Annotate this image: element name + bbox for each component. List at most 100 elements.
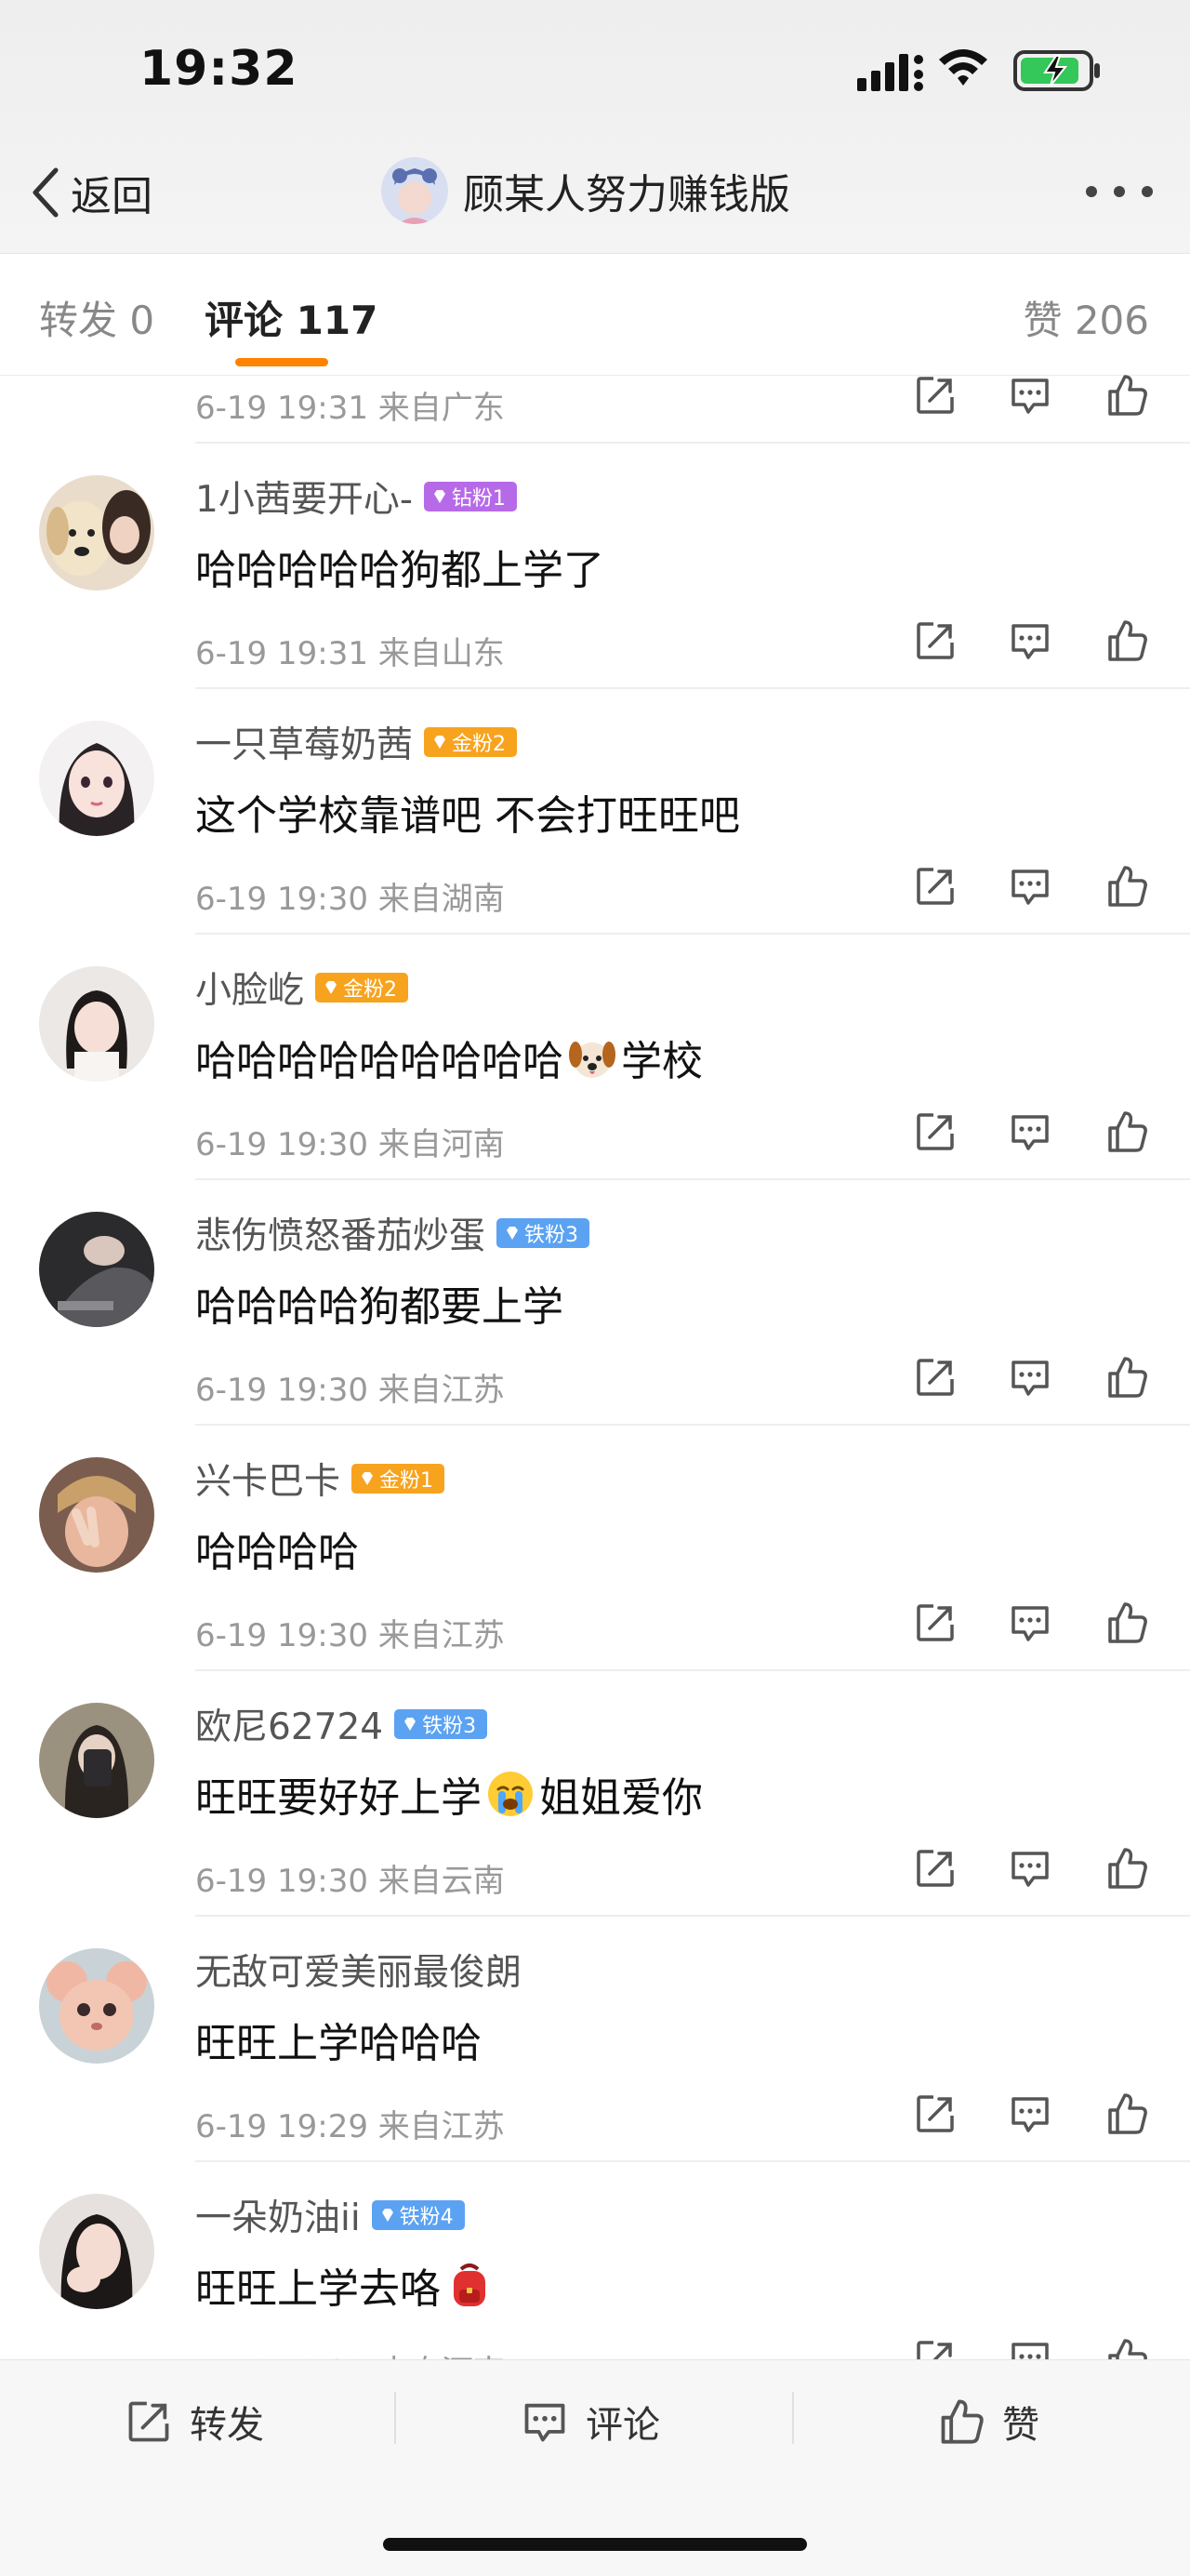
like-button[interactable]: 赞: [937, 2392, 1039, 2451]
comment-meta: 6-19 19:31 来自广东: [195, 390, 505, 427]
reply-icon[interactable]: [1008, 1846, 1052, 1891]
like-icon[interactable]: [1104, 2337, 1149, 2359]
fan-badge: 铁粉4: [371, 2200, 465, 2230]
commenter-name[interactable]: 一只草莓奶茜: [195, 716, 413, 768]
comment-text: 旺旺上学去咯: [195, 2255, 498, 2315]
like-icon[interactable]: [1104, 2091, 1149, 2136]
comment-text: 旺旺上学哈哈哈: [195, 2020, 482, 2067]
repost-icon[interactable]: [913, 1355, 958, 1400]
wifi-icon: [939, 49, 987, 86]
repost-icon[interactable]: [913, 1846, 958, 1891]
reply-icon[interactable]: [1008, 1109, 1052, 1154]
comment-item: 悲伤愤怒番茄炒蛋 铁粉3 哈哈哈哈狗都要上学 6-19 19:30 来自江苏: [0, 1180, 1190, 1426]
chevron-left-icon: [33, 167, 59, 218]
comment-item: 无敌可爱美丽最俊朗 旺旺上学哈哈哈 6-19 19:29 来自江苏: [0, 1917, 1190, 2162]
diamond-icon: [402, 1716, 418, 1733]
divider: [792, 2392, 794, 2444]
status-time: 19:32: [139, 41, 298, 97]
commenter-name[interactable]: 1小茜要开心-: [195, 471, 413, 523]
repost-icon[interactable]: [913, 2091, 958, 2136]
comment-text: 哈哈哈哈哈狗都上学了: [195, 547, 604, 594]
comment-meta: 6-19 19:30 来自江苏: [195, 1617, 505, 1654]
commenter-name[interactable]: 欧尼62724: [195, 1698, 383, 1750]
fan-badge: 金粉2: [315, 973, 409, 1003]
reply-icon[interactable]: [1008, 1600, 1052, 1645]
diamond-icon: [323, 979, 339, 996]
commenter-name[interactable]: 一朵奶油ii: [195, 2189, 361, 2241]
comment-item: 一朵奶油ii 铁粉4 旺旺上学去咯 6-19 19:29 来自河南: [0, 2162, 1190, 2359]
more-options-icon[interactable]: [1084, 182, 1155, 201]
commenter-name[interactable]: 悲伤愤怒番茄炒蛋: [195, 1207, 485, 1259]
avatar[interactable]: [39, 1457, 154, 1573]
active-tab-indicator: [235, 358, 328, 366]
reply-icon[interactable]: [1008, 618, 1052, 663]
avatar[interactable]: [39, 1703, 154, 1818]
divider: [394, 2392, 396, 2444]
avatar[interactable]: [39, 475, 154, 591]
author-avatar[interactable]: [381, 157, 448, 224]
reply-icon[interactable]: [1008, 1355, 1052, 1400]
avatar[interactable]: [39, 721, 154, 836]
like-icon[interactable]: [1104, 864, 1149, 909]
repost-icon: [125, 2397, 173, 2446]
reply-icon[interactable]: [1008, 864, 1052, 909]
comment-text: 哈哈哈哈哈哈哈哈哈 学校: [195, 1028, 703, 1087]
tab-repost[interactable]: 转发 0: [39, 289, 154, 346]
avatar[interactable]: [39, 966, 154, 1082]
back-button[interactable]: 返回: [28, 160, 152, 225]
reply-icon[interactable]: [1008, 375, 1052, 418]
fan-badge: 铁粉3: [394, 1709, 488, 1739]
repost-button[interactable]: 转发: [125, 2392, 264, 2451]
comment-icon: [521, 2397, 569, 2446]
comment-label: 评论: [586, 2404, 660, 2447]
repost-icon[interactable]: [913, 2337, 958, 2359]
comment-button[interactable]: 评论: [521, 2392, 660, 2451]
comment-meta: 6-19 19:31 来自山东: [195, 635, 505, 672]
top-bar: 19:32 返回 顾某人努力赚钱版: [0, 0, 1190, 253]
commenter-name[interactable]: 无敌可爱美丽最俊朗: [195, 1944, 522, 1996]
reply-icon[interactable]: [1008, 2091, 1052, 2136]
fan-badge: 铁粉3: [496, 1218, 590, 1248]
commenter-name[interactable]: 兴卡巴卡: [195, 1453, 340, 1505]
like-icon[interactable]: [1104, 1355, 1149, 1400]
post-author[interactable]: 顾某人努力赚钱版: [381, 157, 790, 224]
cellular-signal-icon: [857, 54, 923, 91]
like-icon[interactable]: [1104, 375, 1149, 418]
avatar[interactable]: [39, 2194, 154, 2309]
repost-icon[interactable]: [913, 375, 958, 418]
tab-comments[interactable]: 评论 117: [205, 289, 377, 346]
comment-meta: 6-19 19:29 来自河南: [195, 2346, 505, 2359]
comment-item: 一只草莓奶茜 金粉2 这个学校靠谱吧 不会打旺旺吧 6-19 19:30 来自湖…: [0, 689, 1190, 935]
like-icon[interactable]: [1104, 1109, 1149, 1154]
diamond-icon: [431, 488, 448, 505]
avatar[interactable]: [39, 1948, 154, 2064]
repost-icon[interactable]: [913, 1600, 958, 1645]
like-label: 赞: [1002, 2404, 1039, 2447]
commenter-name[interactable]: 小脸屹: [195, 962, 304, 1014]
repost-icon[interactable]: [913, 618, 958, 663]
comment-item: 兴卡巴卡 金粉1 哈哈哈哈 6-19 19:30 来自江苏: [0, 1426, 1190, 1671]
comment-text: 哈哈哈哈: [195, 1529, 359, 1576]
comment-meta: 6-19 19:30 来自湖南: [195, 881, 505, 918]
comment-text: 哈哈哈哈狗都要上学: [195, 1283, 563, 1331]
comment-item: 小脸屹 金粉2 哈哈哈哈哈哈哈哈哈 学校 6-19 19:30 来自河南: [0, 935, 1190, 1180]
repost-label: 转发: [190, 2404, 264, 2447]
tab-likes[interactable]: 赞 206: [1023, 289, 1149, 346]
like-icon[interactable]: [1104, 1600, 1149, 1645]
like-icon[interactable]: [1104, 1846, 1149, 1891]
home-indicator[interactable]: [383, 2538, 807, 2551]
repost-icon[interactable]: [913, 864, 958, 909]
comment-item: 1小茜要开心- 钻粉1 哈哈哈哈哈狗都上学了 6-19 19:31 来自山东: [0, 444, 1190, 689]
diamond-icon: [431, 734, 448, 750]
comment-text: 旺旺要好好上学 姐姐爱你: [195, 1764, 703, 1824]
diamond-icon: [379, 2207, 396, 2224]
avatar[interactable]: [39, 1212, 154, 1327]
repost-icon[interactable]: [913, 1109, 958, 1154]
comment-text: 这个学校靠谱吧 不会打旺旺吧: [195, 792, 740, 840]
crying-face-emoji: [488, 1772, 533, 1816]
comment-item: 欧尼62724 铁粉3 旺旺要好好上学 姐姐爱你 6-19 19:30 来自云南: [0, 1671, 1190, 1917]
like-icon[interactable]: [1104, 618, 1149, 663]
dog-face-emoji: [569, 1042, 615, 1078]
reply-icon[interactable]: [1008, 2337, 1052, 2359]
diamond-icon: [504, 1225, 521, 1242]
